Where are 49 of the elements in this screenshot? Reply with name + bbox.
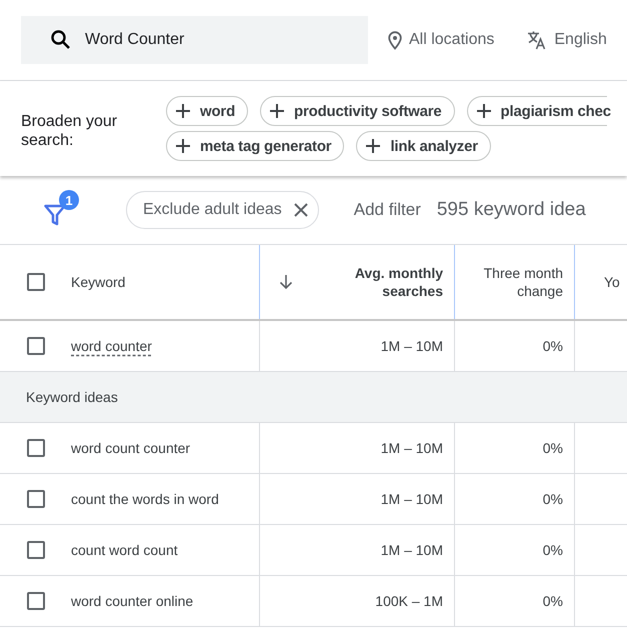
- row-checkbox[interactable]: [27, 490, 45, 508]
- three-month-change: 0%: [542, 593, 563, 609]
- select-all-checkbox[interactable]: [27, 273, 45, 291]
- three-month-change: 0%: [542, 338, 563, 354]
- filter-chip[interactable]: Exclude adult ideas: [126, 191, 319, 229]
- row-checkbox[interactable]: [27, 541, 45, 559]
- filter-icon[interactable]: [44, 204, 66, 226]
- monthly-searches: 1M – 10M: [380, 338, 443, 354]
- location-pin-icon: [388, 30, 402, 50]
- broaden-label: Broaden your search:: [21, 112, 118, 150]
- three-month-change: 0%: [542, 491, 563, 507]
- column-header[interactable]: Keyword: [71, 274, 126, 290]
- sort-arrow-icon[interactable]: [279, 274, 293, 290]
- close-icon[interactable]: [294, 203, 308, 217]
- keyword-suggestion-chip[interactable]: meta tag generator: [166, 131, 344, 161]
- column-header[interactable]: Three month change: [468, 264, 563, 300]
- plus-icon: [269, 103, 286, 119]
- row-checkbox[interactable]: [27, 439, 45, 457]
- add-filter-button[interactable]: Add filter: [354, 200, 421, 220]
- plus-icon: [365, 138, 382, 154]
- keyword-text: word counter: [71, 338, 152, 354]
- monthly-searches: 100K – 1M: [375, 593, 443, 609]
- column-header[interactable]: Avg. monthly searches: [333, 264, 443, 300]
- keyword-text: word counter online: [71, 593, 194, 609]
- keyword-suggestion-chip[interactable]: link analyzer: [356, 131, 491, 161]
- monthly-searches: 1M – 10M: [380, 440, 443, 456]
- keyword-suggestion-chip[interactable]: productivity software: [260, 96, 455, 126]
- keyword-text: count word count: [71, 542, 178, 558]
- plus-icon: [476, 103, 492, 119]
- keyword-ideas-count: 595 keyword idea: [436, 199, 586, 221]
- group-label: Keyword ideas: [26, 389, 118, 405]
- plus-icon: [175, 138, 191, 154]
- translate-icon: [527, 30, 548, 50]
- keyword-text: word count counter: [71, 440, 190, 456]
- search-field[interactable]: Word Counter: [21, 16, 368, 64]
- row-checkbox[interactable]: [27, 592, 45, 610]
- location-button[interactable]: All locations: [388, 30, 494, 50]
- plus-icon: [175, 103, 191, 119]
- column-header[interactable]: Yo: [604, 273, 620, 291]
- three-month-change: 0%: [542, 440, 563, 456]
- keyword-suggestion-chip[interactable]: word: [166, 96, 248, 126]
- search-value: Word Counter: [85, 31, 184, 49]
- row-checkbox[interactable]: [27, 337, 45, 355]
- monthly-searches: 1M – 10M: [380, 542, 443, 558]
- language-button[interactable]: English: [527, 30, 607, 50]
- filter-count-badge: 1: [59, 190, 79, 210]
- keyword-text: count the words in word: [71, 491, 219, 507]
- three-month-change: 0%: [542, 542, 563, 558]
- monthly-searches: 1M – 10M: [380, 491, 443, 507]
